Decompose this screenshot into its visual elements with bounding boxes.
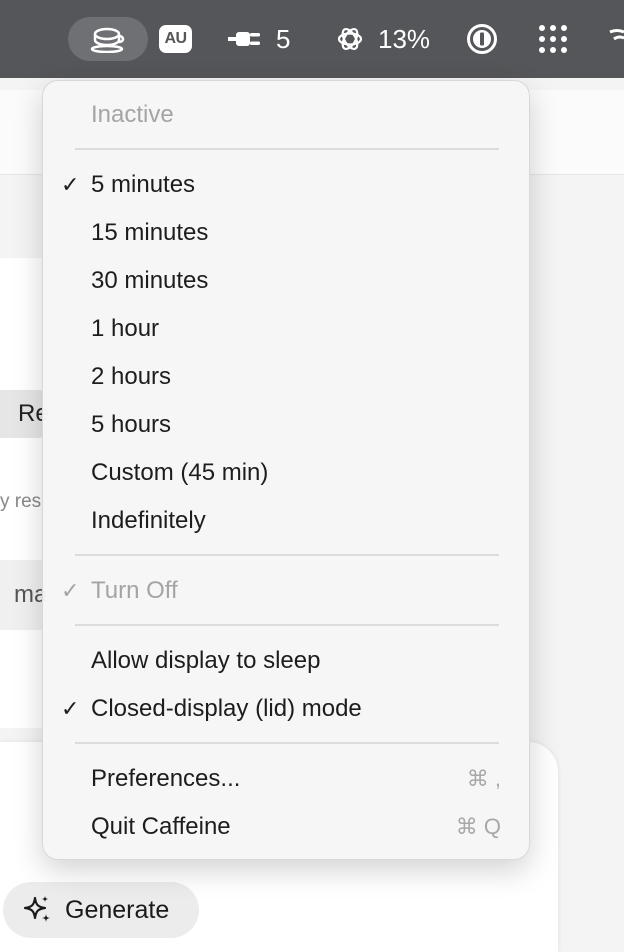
menu-item-quit[interactable]: Quit Caffeine ⌘ Q (43, 805, 531, 849)
openai-icon (337, 27, 363, 51)
menu-separator (75, 148, 499, 150)
menu-bar: AU 5 13% (0, 0, 624, 78)
menu-separator (75, 624, 499, 626)
au-badge-icon[interactable]: AU (159, 25, 192, 53)
menu-separator (75, 554, 499, 556)
menu-item-15-minutes[interactable]: 15 minutes (43, 211, 531, 255)
menu-item-label: 15 minutes (91, 219, 209, 246)
menu-header-inactive: Inactive (43, 93, 531, 137)
openai-percent: 13% (378, 23, 431, 54)
menu-item-label: 2 hours (91, 363, 172, 390)
wifi-icon (609, 29, 624, 41)
menu-item-custom[interactable]: Custom (45 min) (43, 451, 531, 495)
menu-item-5-minutes[interactable]: ✓ 5 minutes (43, 163, 531, 207)
power-count: 5 (276, 23, 291, 54)
keyboard-shortcut: ⌘ , (466, 766, 501, 791)
menu-item-2-hours[interactable]: 2 hours (43, 355, 531, 399)
menu-item-label: 5 hours (91, 411, 172, 438)
generate-button[interactable]: Generate (3, 882, 199, 938)
caffeine-dropdown-menu: Inactive ✓ 5 minutes 15 minutes 30 minut… (42, 80, 530, 860)
menu-item-preferences[interactable]: Preferences... ⌘ , (43, 757, 531, 801)
menu-item-label: Closed-display (lid) mode (91, 695, 362, 722)
checkmark-icon: ✓ (61, 578, 80, 603)
menu-item-5-hours[interactable]: 5 hours (43, 403, 531, 447)
1password-status-item[interactable] (466, 0, 498, 78)
caffeine-status-item[interactable] (68, 0, 148, 78)
menu-item-label: Turn Off (91, 577, 178, 604)
menu-item-turn-off: ✓ Turn Off (43, 569, 531, 613)
menu-item-label: Preferences... (91, 765, 241, 792)
menu-item-label: Custom (45 min) (91, 459, 269, 486)
openai-status-item[interactable]: 13% (336, 0, 430, 78)
grid-status-item[interactable] (537, 0, 569, 78)
menu-item-allow-display-sleep[interactable]: Allow display to sleep (43, 639, 531, 683)
caffeine-cup-icon[interactable] (68, 17, 148, 61)
menu-item-label: Indefinitely (91, 507, 206, 534)
menu-item-label: Allow display to sleep (91, 647, 321, 674)
menu-item-label: 1 hour (91, 315, 160, 342)
menu-item-1-hour[interactable]: 1 hour (43, 307, 531, 351)
au-status-item[interactable]: AU (159, 0, 192, 78)
menu-item-label: Quit Caffeine (91, 813, 231, 840)
menu-item-closed-display-mode[interactable]: ✓ Closed-display (lid) mode (43, 687, 531, 731)
power-status-item[interactable]: 5 (228, 0, 290, 78)
generate-label: Generate (65, 895, 170, 924)
menu-item-indefinitely[interactable]: Indefinitely (43, 499, 531, 543)
menu-separator (75, 742, 499, 744)
wifi-status-item[interactable] (606, 0, 624, 78)
menu-item-label: 30 minutes (91, 267, 209, 294)
power-plug-icon (228, 32, 260, 46)
checkmark-icon: ✓ (61, 696, 80, 721)
1password-icon (467, 24, 497, 54)
menu-item-label: 5 minutes (91, 171, 196, 198)
menu-header-label: Inactive (91, 101, 174, 128)
background-faded-text: y res (0, 491, 42, 512)
menu-item-30-minutes[interactable]: 30 minutes (43, 259, 531, 303)
checkmark-icon: ✓ (61, 172, 80, 197)
keyboard-shortcut: ⌘ Q (455, 814, 501, 839)
sparkles-icon (23, 896, 50, 922)
grid-icon (539, 25, 567, 53)
